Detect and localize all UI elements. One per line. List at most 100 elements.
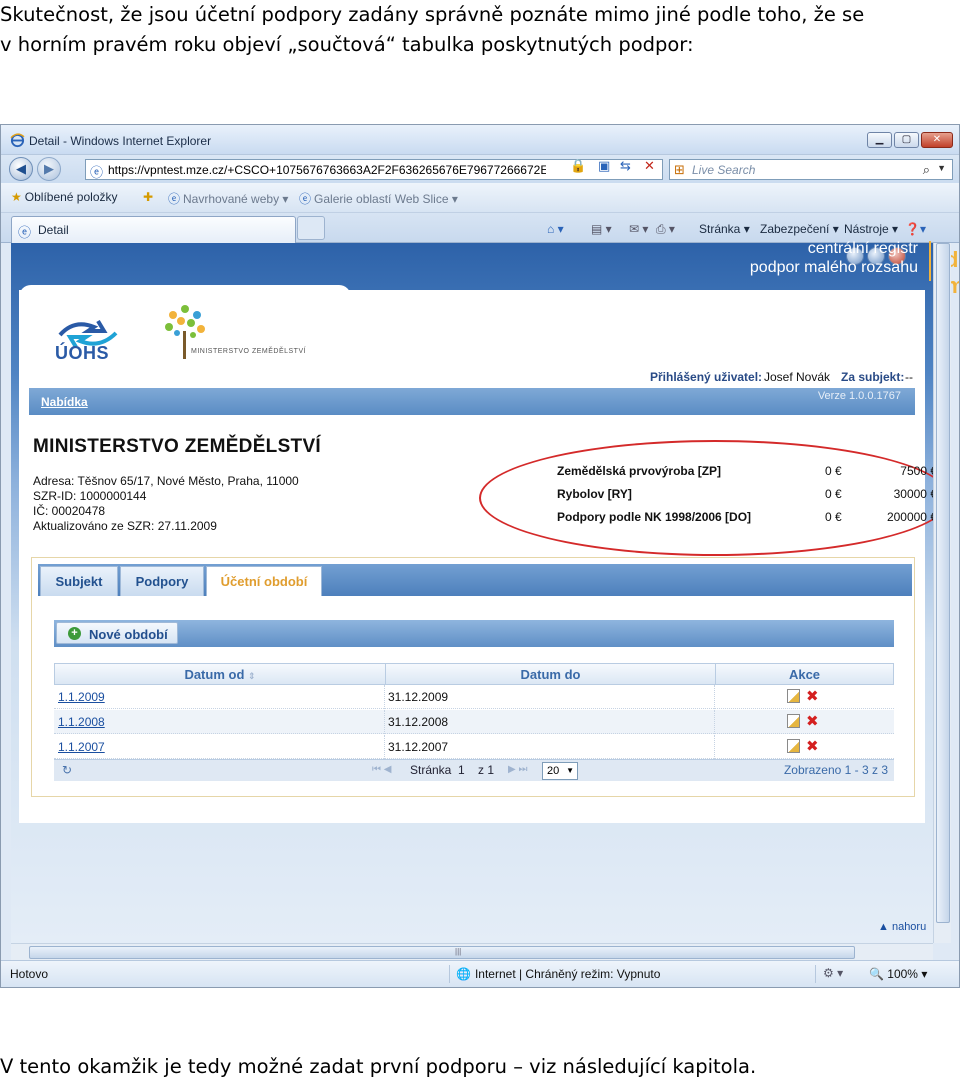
subject-label: Za subjekt: [841, 370, 905, 384]
suggested-sites-label: Navrhované weby [183, 192, 280, 206]
tab-obdobi-label: Účetní období [220, 574, 308, 589]
refresh-icon[interactable]: ⇆ [620, 158, 631, 174]
page-number[interactable]: 1 [458, 763, 465, 777]
favorites-bar: ★ Oblíbené položky ✚ ⓔ Navrhované weby ▾ ⓔ… [1, 183, 959, 213]
tab-subjekt[interactable]: Subjekt [40, 566, 118, 596]
tab-podpory[interactable]: Podpory [120, 566, 204, 596]
maximize-button[interactable]: ▢ [894, 132, 919, 148]
period-from-link[interactable]: 1.1.2009 [58, 690, 105, 704]
org-ic: IČ: 00020478 [33, 504, 106, 518]
period-to: 31.12.2007 [388, 740, 449, 754]
zoom-control[interactable]: 🔍 100% ▾ [869, 967, 927, 981]
tab-ucetni-obdobi[interactable]: Účetní období [206, 566, 322, 596]
favorites-button[interactable]: ★ Oblíbené položky [11, 190, 118, 204]
subject-value: -- [905, 370, 913, 384]
browser-tab-detail[interactable]: ⓔ Detail [11, 216, 296, 243]
column-datum-od[interactable]: Datum od ⇕ [55, 667, 385, 682]
page-menu[interactable]: Stránka ▾ [699, 222, 750, 236]
refresh-icon[interactable]: ↻ [62, 763, 72, 777]
mail-icon[interactable]: ✉ ▾ [629, 222, 648, 236]
add-favorite-icon[interactable]: ✚ [143, 190, 156, 204]
ie-logo-icon [10, 133, 25, 148]
search-input[interactable]: ⊞ Live Search ⌕ ▼ [669, 159, 953, 180]
live-search-icon: ⊞ [674, 162, 685, 177]
vertical-scrollbar[interactable] [933, 243, 951, 943]
new-tab-button[interactable] [297, 216, 325, 240]
tools-menu[interactable]: Nástroje ▾ [844, 222, 898, 236]
delete-icon[interactable]: ✖ [806, 712, 819, 730]
page-size-value: 20 [547, 765, 560, 777]
organization-info: Adresa: Těšnov 65/17, Nové Město, Praha,… [33, 474, 299, 534]
favorites-label: Oblíbené položky [24, 190, 118, 204]
suggested-sites-link[interactable]: ⓔ Navrhované weby ▾ [168, 190, 288, 207]
edit-icon[interactable] [787, 739, 800, 753]
safety-menu[interactable]: Zabezpečení ▾ [760, 222, 839, 236]
search-icon[interactable]: ⌕ [923, 162, 930, 178]
records-shown: Zobrazeno 1 - 3 z 3 [783, 763, 888, 777]
app-content: ÚOHS MINISTERSTVO ZEMĚDĚLSTVÍ centrální … [19, 240, 959, 823]
page-size-select[interactable]: 20 ▼ [542, 762, 578, 780]
outro-paragraph: V tento okamžik je tedy možné zadat prvn… [0, 1055, 757, 1078]
forward-button[interactable]: ▶ [37, 157, 61, 181]
security-zone[interactable]: 🌐 Internet | Chráněný režim: Vypnuto [456, 967, 660, 981]
security-zone-label: Internet | Chráněný režim: Vypnuto [474, 967, 661, 981]
summary-limit: 30000 € [893, 487, 937, 501]
tools-menu-label: Nástroje [844, 222, 889, 236]
address-bar: ◀ ▶ ⓔ https://vpntest.mze.cz/+CSCO+10756… [1, 155, 959, 183]
intro-line-2: v horním pravém roku objeví „součtová“ t… [0, 33, 694, 56]
lock-icon[interactable]: 🔒 [570, 158, 586, 174]
page-count: z 1 [478, 763, 495, 777]
ie-icon: ⓔ [18, 225, 32, 240]
compat-view-icon[interactable]: ▣ [598, 158, 610, 174]
version-label: Verze 1.0.0.1767 [817, 390, 901, 402]
web-slice-link[interactable]: ⓔ Galerie oblastí Web Slice ▾ [299, 190, 458, 207]
stop-icon[interactable]: ✕ [644, 158, 655, 174]
column-datum-do[interactable]: Datum do [385, 664, 715, 684]
ie-icon: ⓔ [299, 192, 312, 206]
scroll-thumb[interactable]: ||| [29, 946, 855, 959]
chevron-down-icon[interactable]: ▼ [937, 163, 946, 173]
safety-menu-label: Zabezpečení [760, 222, 830, 236]
edit-icon[interactable] [787, 689, 800, 703]
back-to-top-link[interactable]: ▲ nahoru [878, 921, 926, 933]
minimize-button[interactable]: ▁ [867, 132, 892, 148]
url-text: https://vpntest.mze.cz/+CSCO+10756767636… [108, 163, 546, 177]
tab-podpory-label: Podpory [135, 574, 189, 589]
summary-name: Rybolov [RY] [557, 487, 632, 501]
help-icon[interactable]: ❓▾ [905, 222, 926, 236]
home-icon[interactable]: ⌂ ▾ [547, 222, 564, 236]
horizontal-scrollbar[interactable]: ||| [11, 943, 933, 960]
delete-icon[interactable]: ✖ [806, 737, 819, 755]
period-from-link[interactable]: 1.1.2007 [58, 740, 105, 754]
grid-pager: ↻ ⏮ ◀ Stránka 1 z 1 ▶ ⏭ 20 ▼ Zobrazeno 1 … [54, 759, 894, 781]
summary-limit: 7500 € [900, 464, 937, 478]
first-prev-page-icon[interactable]: ⏮ ◀ [372, 764, 391, 775]
banner-divider [929, 241, 931, 281]
mze-logo-text: MINISTERSTVO ZEMĚDĚLSTVÍ [191, 348, 307, 355]
summary-name: Zemědělská prvovýroba [ZP] [557, 464, 722, 478]
feeds-icon[interactable]: ▤ ▾ [591, 222, 612, 236]
page-label: Stránka [410, 763, 452, 777]
print-icon[interactable]: ⎙ ▾ [656, 222, 675, 237]
new-period-label: Nové období [89, 627, 168, 642]
summary-limit: 200000 € [886, 510, 937, 524]
new-period-button[interactable]: + Nové období [56, 622, 178, 644]
period-from-link[interactable]: 1.1.2008 [58, 715, 105, 729]
next-last-page-icon[interactable]: ▶ ⏭ [508, 764, 527, 775]
scroll-thumb[interactable] [936, 243, 950, 923]
back-button[interactable]: ◀ [9, 157, 33, 181]
edit-icon[interactable] [787, 714, 800, 728]
ie-icon: ⓔ [168, 192, 181, 206]
delete-icon[interactable]: ✖ [806, 687, 819, 705]
window-titlebar: Detail - Windows Internet Explorer ▁ ▢ ✕ [1, 125, 959, 155]
search-placeholder: Live Search [692, 163, 756, 177]
close-window-button[interactable]: ✕ [921, 132, 953, 148]
table-row: 1.1.2008 31.12.2008 ✖ [54, 710, 894, 734]
summary-name: Podpory podle NK 1998/2006 [DO] [557, 510, 752, 524]
column-akce: Akce [715, 664, 893, 684]
zoom-value: 100% [887, 967, 918, 981]
protected-mode-icon[interactable]: ⚙ ▾ [823, 966, 843, 980]
user-name: Josef Novák [764, 370, 831, 384]
menu-link[interactable]: Nabídka [41, 395, 88, 409]
period-to: 31.12.2009 [388, 690, 449, 704]
